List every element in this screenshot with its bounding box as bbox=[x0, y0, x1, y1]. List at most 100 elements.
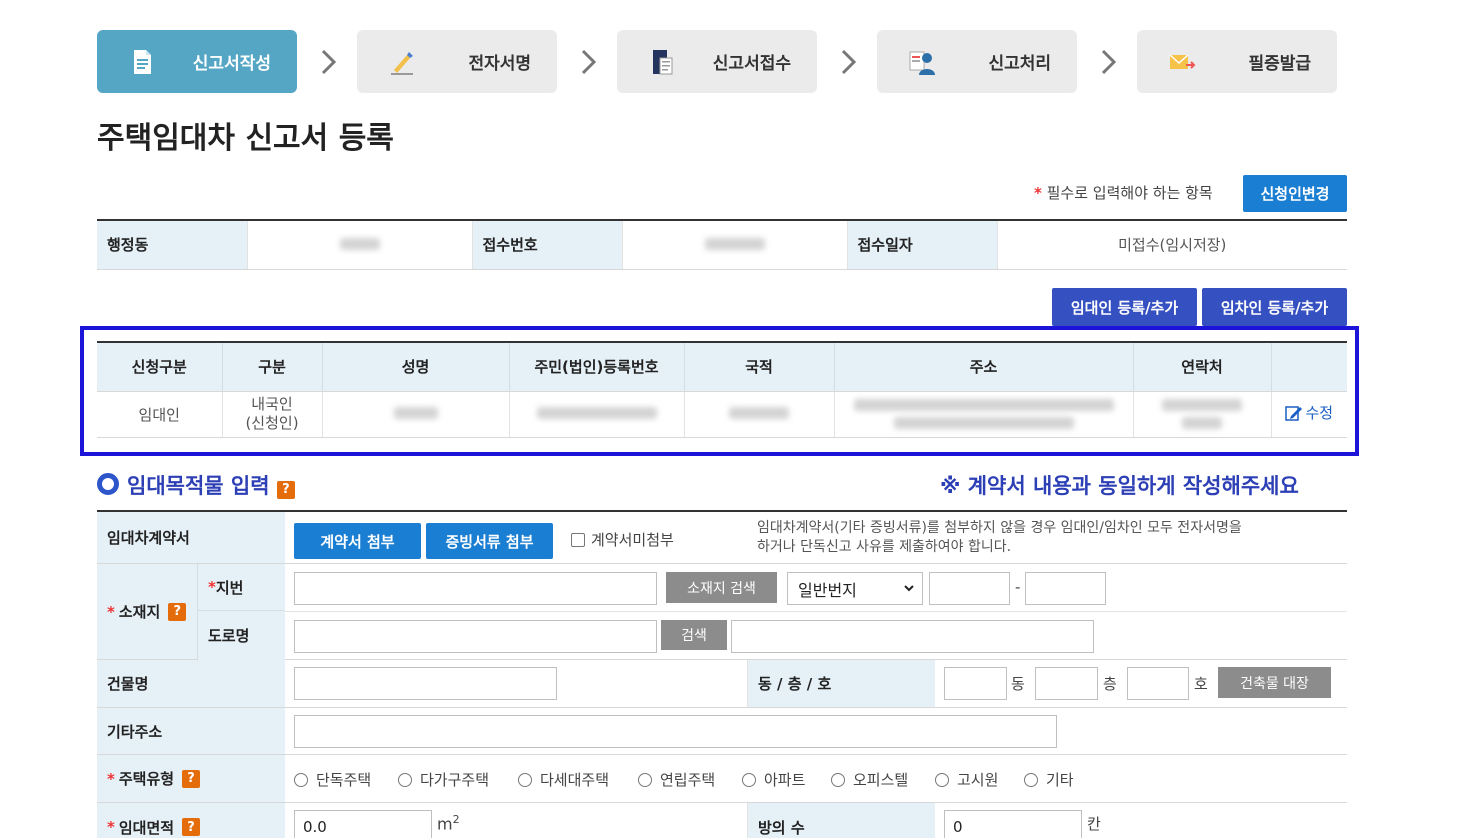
receipt-no-value bbox=[621, 220, 847, 270]
party-contact bbox=[1132, 391, 1271, 438]
col-header: 신청구분 bbox=[97, 342, 222, 392]
radio-apartment[interactable]: 아파트 bbox=[742, 769, 805, 790]
search-road-button[interactable]: 검색 bbox=[661, 620, 727, 650]
party-name bbox=[321, 391, 509, 438]
attach-contract-button[interactable]: 계약서 첨부 bbox=[294, 523, 421, 559]
help-icon[interactable]: ? bbox=[182, 818, 201, 836]
pen-icon bbox=[391, 52, 413, 75]
dong-input[interactable] bbox=[944, 667, 1007, 700]
building-register-button[interactable]: 건축물 대장 bbox=[1218, 667, 1331, 698]
contract-note-line2: 하거나 단독신고 사유를 제출하여야 합니다. bbox=[757, 539, 1012, 555]
radio-label: 오피스텔 bbox=[853, 771, 909, 789]
attach-evidence-button[interactable]: 증빙서류 첨부 bbox=[426, 523, 553, 559]
document-icon bbox=[134, 50, 151, 74]
chevron-right-icon bbox=[321, 49, 337, 75]
location-label: 소재지 bbox=[118, 603, 161, 621]
receipt-date-label: 접수일자 bbox=[846, 220, 997, 270]
ho-input[interactable] bbox=[1127, 667, 1189, 700]
radio-detached-house[interactable]: 단독주택 bbox=[294, 769, 371, 790]
radio-circle[interactable] bbox=[518, 772, 532, 787]
no-contract-option[interactable]: 계약서미첨부 bbox=[571, 529, 674, 550]
help-icon[interactable]: ? bbox=[168, 602, 187, 621]
house-type-row: * 주택유형 ? 단독주택 다가구주택 다세대주택 연립주택 아파트 오피스텔 고… bbox=[97, 755, 1347, 803]
lot-label-cell: * 지번 bbox=[197, 564, 285, 611]
section-title: 임대목적물 입력 ? bbox=[127, 470, 295, 500]
lot-dash: - bbox=[1015, 578, 1021, 596]
floor-unit: 층 bbox=[1103, 675, 1117, 693]
lot-address-input[interactable] bbox=[294, 572, 657, 605]
property-form: 임대차계약서 계약서 첨부 증빙서류 첨부 계약서미첨부 임대차계약서(기타 증… bbox=[97, 510, 1347, 838]
party-reg-no bbox=[508, 391, 684, 438]
required-star: * bbox=[1034, 184, 1042, 202]
location-row: * 소재지 ? * 지번 도로명 소재지 검색 일반번지 - 검색 bbox=[97, 564, 1347, 660]
dong-unit: 동 bbox=[1011, 675, 1025, 693]
change-applicant-button[interactable]: 신청인변경 bbox=[1243, 175, 1347, 212]
building-name-input[interactable] bbox=[294, 667, 557, 700]
road-label-cell: 도로명 bbox=[197, 611, 285, 660]
area-label: 임대면적 bbox=[118, 818, 175, 837]
road-address-detail-input[interactable] bbox=[731, 620, 1094, 653]
step-label: 신고서접수 bbox=[712, 54, 791, 74]
party-address bbox=[833, 391, 1133, 438]
ho-unit: 호 bbox=[1194, 675, 1208, 693]
lot-type-value: 일반번지 bbox=[798, 580, 857, 600]
radio-circle[interactable] bbox=[831, 772, 845, 787]
dong-floor-ho-label: 동 / 층 / 호 bbox=[747, 660, 935, 707]
area-unit-sup: 2 bbox=[452, 813, 460, 826]
admin-dong-label: 행정동 bbox=[97, 220, 247, 270]
lot-sub-number-input[interactable] bbox=[1025, 572, 1106, 605]
road-label: 도로명 bbox=[208, 627, 250, 645]
radio-circle[interactable] bbox=[294, 772, 308, 787]
radio-label: 고시원 bbox=[957, 771, 999, 789]
row-divider bbox=[285, 611, 1347, 612]
lot-main-number-input[interactable] bbox=[929, 572, 1010, 605]
radio-circle[interactable] bbox=[638, 772, 652, 787]
step-issue-certificate: 필증발급 bbox=[1137, 30, 1337, 93]
radio-label: 아파트 bbox=[764, 771, 806, 789]
add-lessee-button[interactable]: 임차인 등록/추가 bbox=[1202, 288, 1347, 326]
rooms-label: 방의 수 bbox=[747, 803, 935, 838]
radio-label: 다세대주택 bbox=[540, 771, 610, 789]
chevron-right-icon bbox=[1101, 49, 1117, 75]
road-address-input[interactable] bbox=[294, 620, 657, 653]
section-bullet-icon bbox=[97, 473, 119, 495]
area-input[interactable]: 0.0 bbox=[294, 810, 432, 838]
radio-row-house[interactable]: 연립주택 bbox=[638, 769, 715, 790]
rooms-input[interactable]: 0 bbox=[944, 810, 1082, 838]
floor-input[interactable] bbox=[1035, 667, 1098, 700]
edit-button[interactable]: 수정 bbox=[1285, 402, 1333, 423]
admin-dong-value bbox=[246, 220, 472, 270]
radio-officetel[interactable]: 오피스텔 bbox=[831, 769, 908, 790]
help-icon[interactable]: ? bbox=[276, 480, 295, 499]
other-address-input[interactable] bbox=[294, 715, 1057, 748]
add-lessor-button[interactable]: 임대인 등록/추가 bbox=[1052, 288, 1197, 326]
edit-label: 수정 bbox=[1305, 404, 1334, 423]
house-type-label-cell: * 주택유형 ? bbox=[97, 755, 285, 802]
area-unit-base: m bbox=[437, 814, 453, 834]
radio-circle[interactable] bbox=[398, 772, 412, 787]
party-category: 내국인 (신청인) bbox=[221, 391, 322, 438]
radio-gosiwon[interactable]: 고시원 bbox=[935, 769, 998, 790]
location-label-cell: * 소재지 ? bbox=[97, 564, 197, 659]
no-contract-checkbox[interactable] bbox=[571, 532, 585, 547]
search-location-button[interactable]: 소재지 검색 bbox=[666, 572, 777, 603]
radio-multi-household-house[interactable]: 다가구주택 bbox=[398, 769, 489, 790]
radio-circle[interactable] bbox=[1024, 772, 1038, 787]
edit-icon bbox=[1285, 406, 1303, 421]
step-process-report: 신고처리 bbox=[877, 30, 1077, 93]
radio-circle[interactable] bbox=[935, 772, 949, 787]
radio-label: 연립주택 bbox=[660, 771, 716, 789]
radio-label: 기타 bbox=[1046, 771, 1074, 789]
radio-other[interactable]: 기타 bbox=[1024, 769, 1074, 790]
lot-type-select[interactable]: 일반번지 bbox=[787, 572, 923, 605]
radio-multi-family-house[interactable]: 다세대주택 bbox=[518, 769, 609, 790]
party-table: 신청구분 구분 성명 주민(법인)등록번호 국적 주소 연락처 임대인 내국인 … bbox=[97, 341, 1347, 438]
rooms-unit: 칸 bbox=[1087, 815, 1101, 833]
radio-label: 단독주택 bbox=[316, 771, 372, 789]
col-header: 연락처 bbox=[1132, 342, 1271, 392]
lot-label: 지번 bbox=[215, 578, 244, 597]
radio-circle[interactable] bbox=[742, 772, 756, 787]
folder-doc-icon bbox=[653, 50, 673, 75]
step-label: 신고서작성 bbox=[192, 54, 271, 74]
help-icon[interactable]: ? bbox=[182, 769, 201, 788]
